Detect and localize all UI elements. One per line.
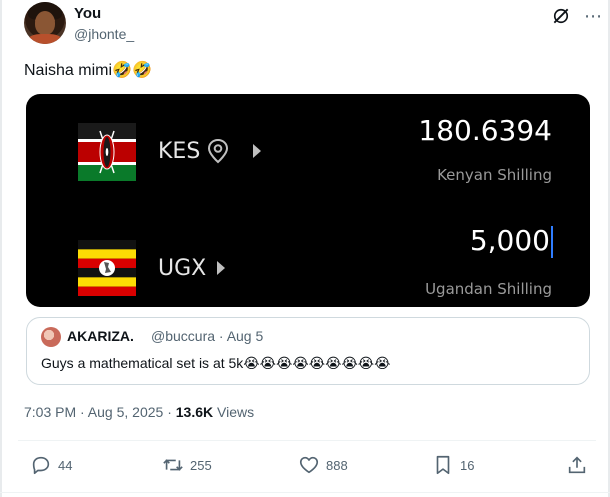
from-amount[interactable]: 180.6394: [418, 114, 552, 147]
repost-button[interactable]: 255: [162, 454, 212, 476]
quoted-meta: @buccura · Aug 5: [151, 328, 264, 344]
views-count: 13.6K: [175, 404, 214, 420]
location-pin-icon[interactable]: [207, 138, 229, 164]
heart-icon: [299, 456, 319, 474]
divider: [18, 440, 596, 441]
reply-button[interactable]: 44: [30, 454, 72, 476]
from-currency-code[interactable]: KES: [158, 139, 200, 164]
views-label: Views: [213, 404, 255, 420]
to-currency-code[interactable]: UGX: [158, 256, 206, 281]
reply-icon: [32, 456, 50, 475]
more-options-icon[interactable]: ⋯: [584, 6, 603, 27]
bookmark-count: 16: [460, 457, 475, 473]
to-amount[interactable]: 5,000: [470, 224, 553, 258]
reply-count: 44: [58, 457, 73, 473]
currency-converter-image[interactable]: KES 180.6394 Kenyan Shilling UGX 5,000 U…: [26, 94, 590, 307]
repost-icon: [163, 459, 183, 471]
tweet-timestamp[interactable]: 7:03 PM · Aug 5, 2025 · 13.6K Views: [24, 404, 254, 420]
quoted-text: Guys a mathematical set is at 5k😭😭😭😭😭😭😭😭…: [41, 355, 391, 371]
quoted-avatar: [41, 327, 61, 347]
like-count: 888: [326, 457, 348, 473]
author-name[interactable]: You: [74, 5, 101, 22]
bottom-divider: [0, 492, 610, 493]
kenya-flag-icon: [78, 123, 136, 181]
tweet-header: You @jhonte_ ⋯: [24, 2, 602, 46]
action-bar: 44 255 888 16: [0, 450, 610, 480]
share-button[interactable]: [566, 454, 588, 476]
quoted-author-name: AKARIZA.: [67, 328, 134, 344]
grok-icon[interactable]: [551, 6, 571, 26]
left-border: [0, 0, 2, 497]
bookmark-button[interactable]: 16: [432, 454, 474, 476]
tweet-text: Naisha mimi🤣🤣: [24, 62, 152, 79]
bookmark-icon: [436, 455, 450, 475]
timestamp-text[interactable]: 7:03 PM · Aug 5, 2025 ·: [24, 404, 176, 420]
repost-count: 255: [190, 457, 212, 473]
like-button[interactable]: 888: [298, 454, 348, 476]
chevron-right-icon[interactable]: [252, 144, 262, 158]
chevron-right-icon[interactable]: [216, 261, 226, 275]
from-currency-name: Kenyan Shilling: [437, 166, 552, 184]
avatar[interactable]: [24, 2, 66, 44]
uganda-flag-icon: [78, 240, 136, 296]
text-cursor: [551, 226, 553, 258]
quoted-tweet[interactable]: AKARIZA. @buccura · Aug 5 Guys a mathema…: [26, 317, 590, 385]
share-icon: [568, 456, 586, 474]
author-handle[interactable]: @jhonte_: [74, 26, 134, 42]
to-currency-name: Ugandan Shilling: [425, 280, 552, 298]
